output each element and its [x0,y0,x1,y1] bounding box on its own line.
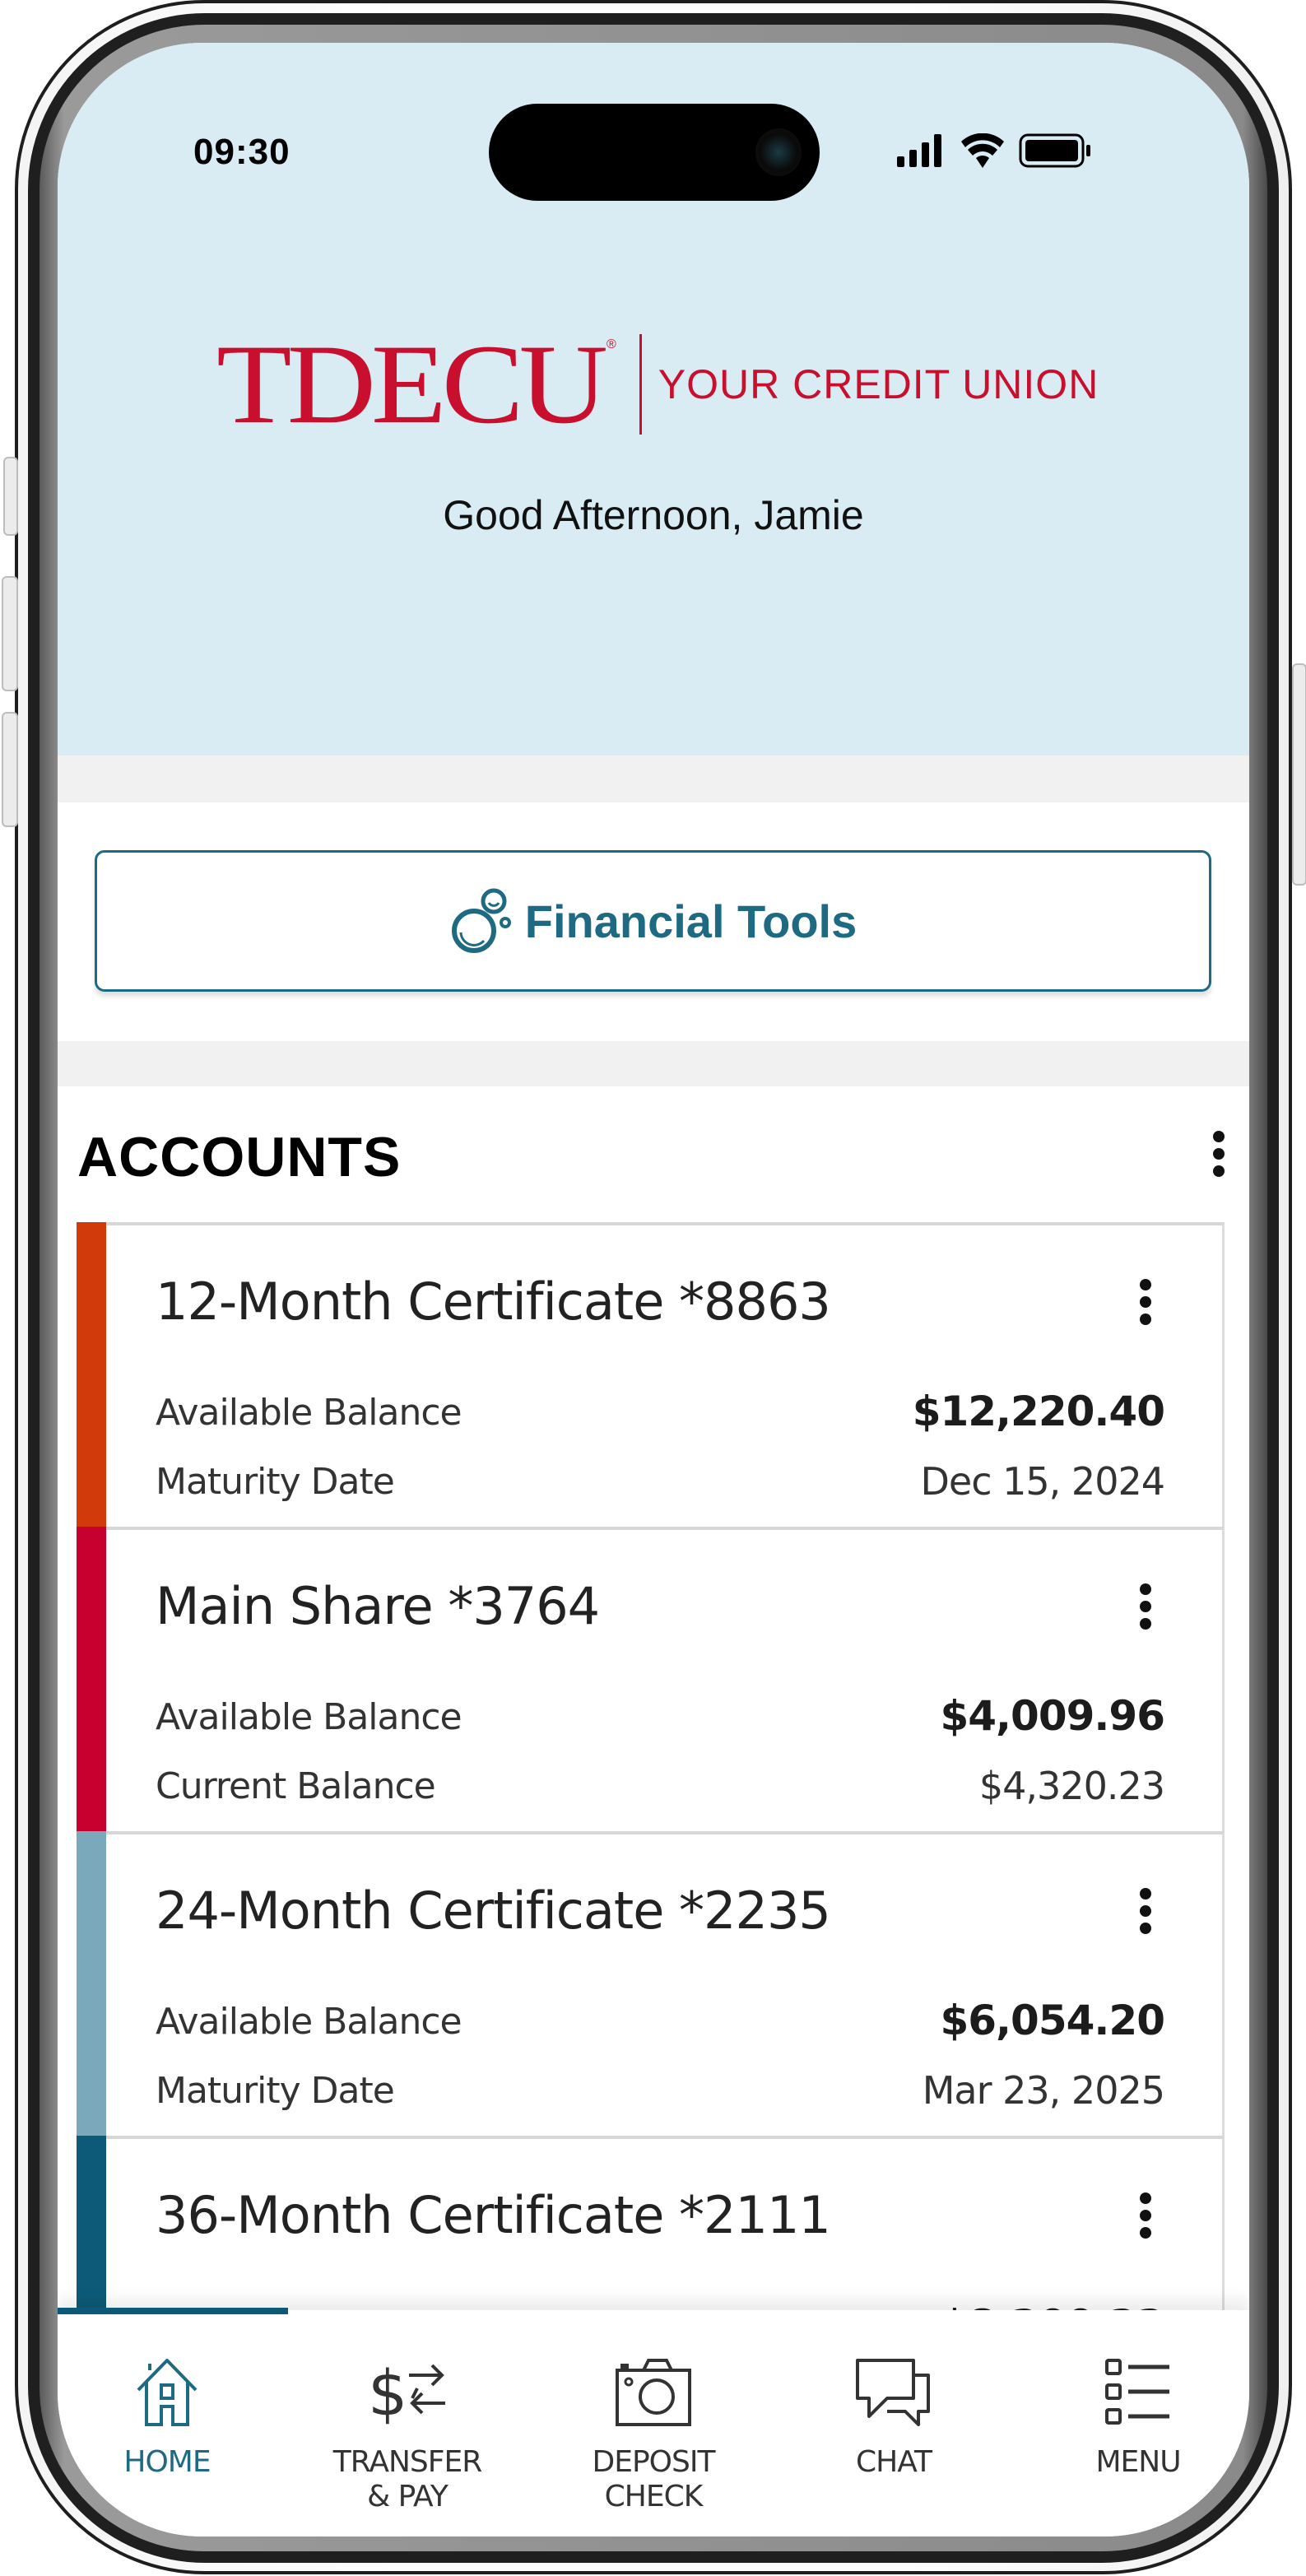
nav-label: MENU [1095,2445,1181,2479]
available-balance-label: Available Balance [156,1392,462,1434]
kebab-dot [1140,2210,1151,2221]
nav-label: TRANSFER & PAY [332,2445,482,2513]
logo-tagline: YOUR CREDIT UNION [658,361,1099,407]
available-balance-value: $6,054.20 [940,1997,1165,2044]
phone-action-button [3,457,18,536]
nav-label: DEPOSIT CHECK [592,2445,716,2513]
kebab-dot [1140,1314,1151,1325]
kebab-dot [1140,1279,1151,1290]
maturity-date-label: Maturity Date [156,1461,395,1503]
app-header: 09:30 TDECU ® YOUR CREDIT UNION Good Aft… [58,43,1249,756]
account-name: 12-Month Certificate *8863 [156,1272,831,1332]
battery-icon [1019,133,1090,168]
current-balance-label: Current Balance [156,1765,436,1807]
kebab-dot [1140,1923,1151,1934]
kebab-dot [1140,1296,1151,1308]
logo-registered-mark: ® [606,337,616,351]
status-time: 09:30 [193,132,290,172]
camera-icon [616,2359,691,2426]
section-divider [58,756,1249,802]
kebab-dot [1140,1905,1151,1917]
available-balance-label: Available Balance [156,1696,462,1738]
cellular-signal-icon [897,134,941,167]
app-screen: 09:30 TDECU ® YOUR CREDIT UNION Good Aft… [58,43,1249,2536]
kebab-dot [1140,2227,1151,2239]
nav-deposit-check[interactable]: DEPOSIT CHECK [555,2310,752,2524]
account-card[interactable]: 12-Month Certificate *8863 Available Bal… [77,1222,1225,1528]
maturity-date-value: Mar 23, 2025 [922,2068,1165,2113]
chat-icon [856,2359,930,2426]
kebab-dot [1140,2192,1151,2204]
account-name: 24-Month Certificate *2235 [156,1881,831,1941]
account-name: Main Share *3764 [156,1576,600,1636]
phone-volume-up-button [2,576,18,691]
phone-power-button [1292,663,1306,886]
kebab-dot [1213,1148,1225,1160]
section-divider [58,1041,1249,1086]
nav-transfer-pay[interactable]: $ TRANSFER & PAY [309,2310,506,2524]
current-balance-value: $4,320.23 [978,1764,1165,1808]
bottom-navigation: HOME $ TRANSFER & PAY DEPOSIT CHECK CHAT… [58,2308,1249,2536]
dynamic-island [489,104,820,201]
kebab-dot [1213,1165,1225,1177]
available-balance-label: Available Balance [156,2001,462,2043]
available-balance-value: $4,009.96 [940,1692,1165,1740]
svg-text:$: $ [368,2356,407,2430]
tdecu-logo: TDECU ® YOUR CREDIT UNION [216,323,1099,446]
account-color-bar [77,1831,106,2137]
kebab-dot [1140,1888,1151,1899]
camera-lens [755,128,802,176]
nav-label: CHAT [855,2445,932,2479]
logo-divider [639,334,642,435]
available-balance-value: $12,220.40 [912,1388,1165,1435]
financial-tools-button[interactable]: Financial Tools [95,850,1211,992]
financial-tools-label: Financial Tools [524,895,857,947]
account-more-options-button[interactable] [1140,1279,1151,1325]
account-more-options-button[interactable] [1140,1583,1151,1630]
maturity-date-value: Dec 15, 2024 [920,1459,1165,1504]
account-more-options-button[interactable] [1140,2192,1151,2239]
account-name: 36-Month Certificate *2111 [156,2185,831,2245]
wifi-icon [961,133,1004,168]
maturity-date-label: Maturity Date [156,2070,395,2112]
kebab-dot [1140,1618,1151,1630]
nav-label: HOME [123,2445,211,2479]
nav-menu[interactable]: MENU [1039,2310,1237,2524]
account-color-bar [77,1527,106,1833]
kebab-dot [1140,1601,1151,1612]
kebab-dot [1140,1583,1151,1595]
financial-tools-bubbles-icon [451,888,511,953]
logo-wordmark: TDECU [216,321,608,448]
account-card[interactable]: Main Share *3764 Available Balance $4,00… [77,1527,1225,1833]
nav-chat[interactable]: CHAT [795,2310,992,2524]
nav-home[interactable]: HOME [68,2310,266,2524]
accounts-more-options-button[interactable] [1213,1131,1225,1177]
phone-volume-down-button [2,712,18,827]
account-card[interactable]: 24-Month Certificate *2235 Available Bal… [77,1831,1225,2137]
account-color-bar [77,1222,106,1528]
account-more-options-button[interactable] [1140,1888,1151,1934]
greeting-text: Good Afternoon, Jamie [443,492,864,538]
kebab-dot [1213,1131,1225,1142]
home-icon [137,2359,198,2426]
accounts-heading: ACCOUNTS [77,1126,402,1188]
status-icons [897,133,1093,168]
transfer-pay-icon: $ [368,2356,445,2430]
menu-list-icon [1105,2359,1169,2425]
